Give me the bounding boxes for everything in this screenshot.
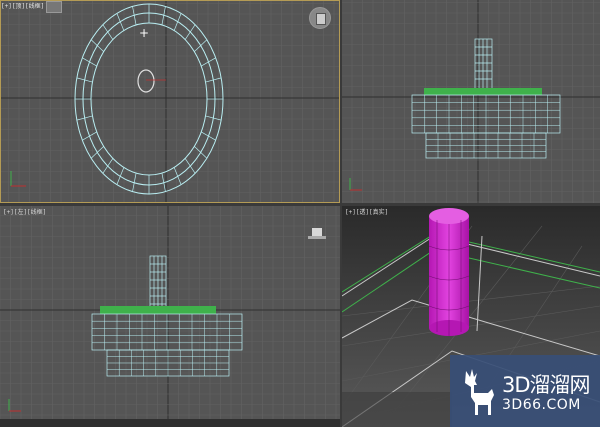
left-view-canvas <box>0 206 340 421</box>
crosshair-icon: + <box>139 26 149 40</box>
small-circle <box>137 69 155 93</box>
viewport-left[interactable]: [+][左][线框] <box>0 206 340 421</box>
column-wireframe <box>149 255 167 313</box>
grid <box>1 1 339 202</box>
viewport-perspective-label[interactable]: [+][透][真实] <box>345 207 388 216</box>
green-plate <box>424 88 542 95</box>
viewport-top-label[interactable]: [+][顶][线框] <box>1 1 44 10</box>
viewport-left-label[interactable]: [+][左][线框] <box>3 207 46 216</box>
top-view-canvas: + <box>1 1 339 202</box>
viewcube-icon[interactable] <box>309 7 331 29</box>
watermark: 3D溜溜网 3D66.COM <box>450 355 600 427</box>
green-plate <box>100 306 216 314</box>
viewport-front[interactable] <box>342 0 600 203</box>
grid <box>342 0 600 203</box>
watermark-brand: 3D溜溜网 <box>502 373 591 397</box>
viewport-top[interactable]: + [+][顶][线框] <box>0 0 340 203</box>
cylinder-object[interactable] <box>428 208 470 336</box>
deer-logo-icon <box>465 369 494 415</box>
status-bar <box>0 419 340 427</box>
front-view-canvas <box>342 0 600 203</box>
view-thumbnail-icon[interactable] <box>46 1 62 13</box>
viewcube-icon[interactable] <box>308 226 326 240</box>
watermark-url: 3D66.COM <box>502 397 581 413</box>
